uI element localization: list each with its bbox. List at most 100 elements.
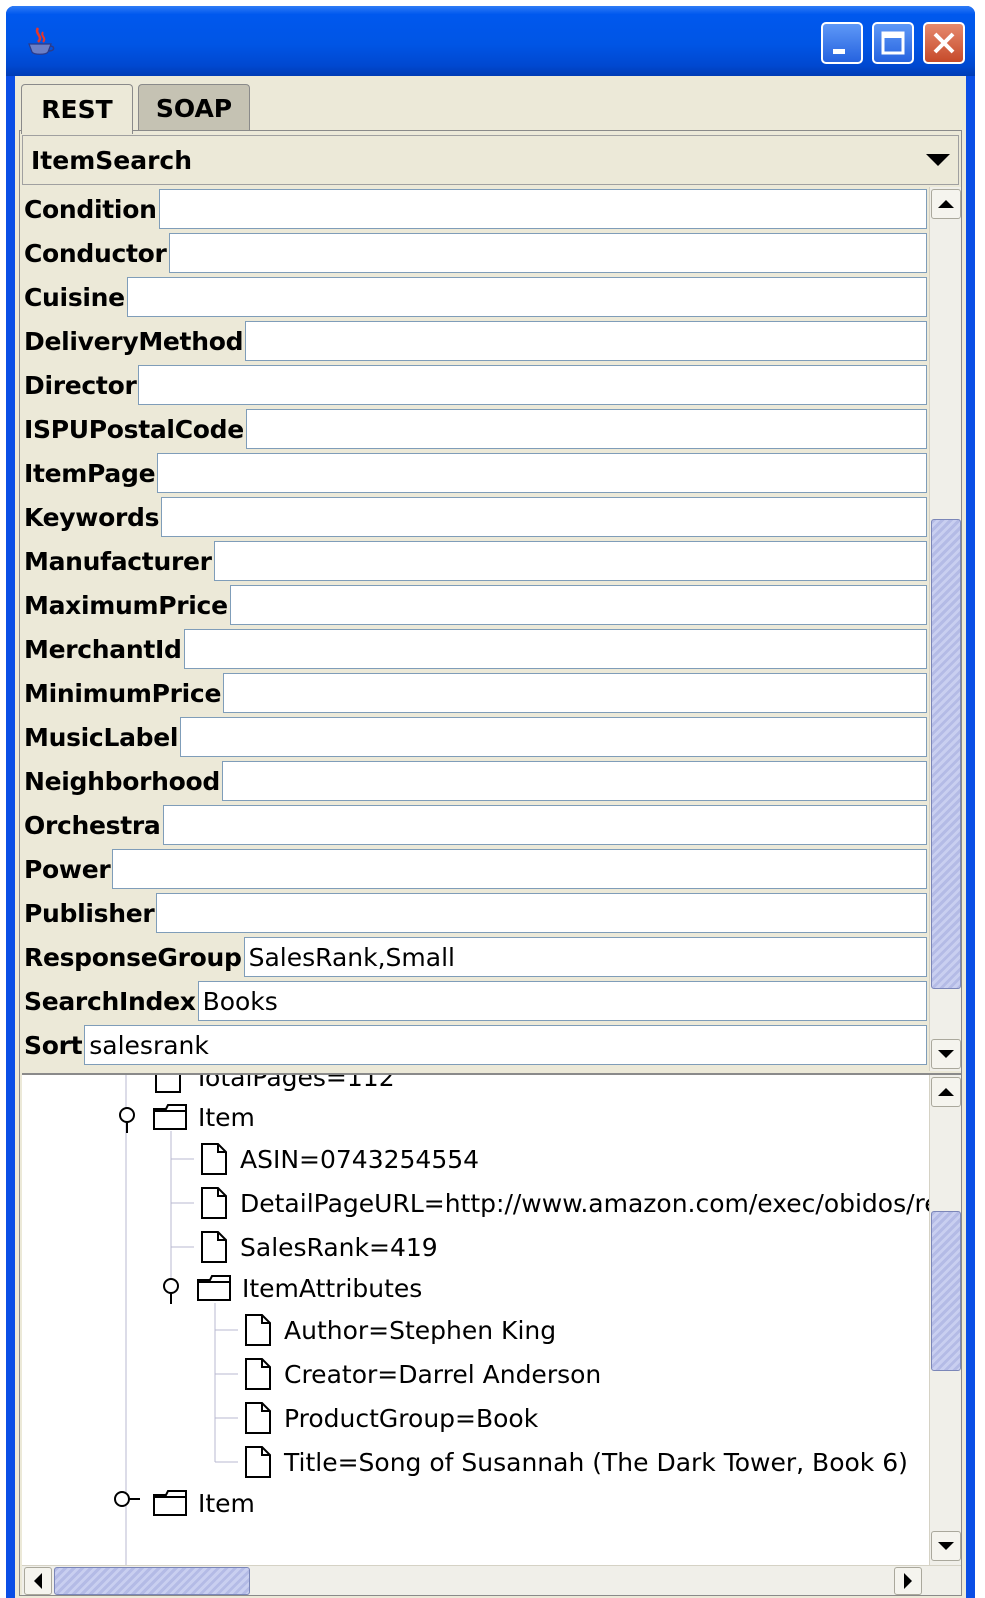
maximize-button[interactable] xyxy=(872,22,914,64)
tree-collapsed-handle-icon[interactable] xyxy=(112,1488,142,1510)
field-label: MerchantId xyxy=(24,634,182,664)
tree-node-salesrank[interactable]: SalesRank=419 xyxy=(200,1227,438,1267)
field-row-cuisine: Cuisine xyxy=(22,275,927,319)
tree-horizontal-scrollbar[interactable] xyxy=(22,1565,961,1595)
field-row-keywords: Keywords xyxy=(22,495,927,539)
tree-node-asin[interactable]: ASIN=0743254554 xyxy=(200,1139,479,1179)
maximize-icon xyxy=(881,31,905,55)
field-label: ResponseGroup xyxy=(24,942,242,972)
field-label: Manufacturer xyxy=(24,546,212,576)
field-row-deliverymethod: DeliveryMethod xyxy=(22,319,927,363)
power-input[interactable] xyxy=(112,849,927,889)
tab-rest[interactable]: REST xyxy=(21,84,133,134)
tree-node-itemattributes[interactable]: ItemAttributes xyxy=(196,1268,422,1308)
field-label: Neighborhood xyxy=(24,766,220,796)
title-bar[interactable] xyxy=(6,6,975,76)
tree-node-title[interactable]: Title=Song of Susannah (The Dark Tower, … xyxy=(244,1442,908,1482)
arrow-down-icon xyxy=(938,1050,954,1058)
neighborhood-input[interactable] xyxy=(222,761,927,801)
close-button[interactable] xyxy=(923,22,965,64)
form-vertical-scrollbar[interactable] xyxy=(929,187,961,1071)
scroll-right-button[interactable] xyxy=(894,1567,922,1595)
minimize-button[interactable] xyxy=(821,22,863,64)
scroll-up-button[interactable] xyxy=(931,189,961,219)
director-input[interactable] xyxy=(138,365,927,405)
scroll-left-button[interactable] xyxy=(24,1567,52,1595)
field-row-manufacturer: Manufacturer xyxy=(22,539,927,583)
tree-node-label: Creator=Darrel Anderson xyxy=(284,1359,602,1389)
sort-input[interactable]: salesrank xyxy=(84,1025,927,1065)
orchestra-input[interactable] xyxy=(162,805,927,845)
app-window: REST SOAP ItemSearch Condition Conductor… xyxy=(6,6,975,1598)
field-label: Sort xyxy=(24,1030,83,1060)
tree-vertical-scrollbar[interactable] xyxy=(929,1075,961,1565)
keywords-input[interactable] xyxy=(161,497,927,537)
tree-node-creator[interactable]: Creator=Darrel Anderson xyxy=(244,1354,601,1394)
conductor-input[interactable] xyxy=(168,233,927,273)
scroll-down-button[interactable] xyxy=(931,1531,961,1561)
field-label: Condition xyxy=(24,194,157,224)
tree-node-partial[interactable]: TotalPages=112 xyxy=(154,1075,395,1097)
close-icon xyxy=(933,32,955,54)
arrow-right-icon xyxy=(904,1573,912,1589)
cuisine-input[interactable] xyxy=(126,277,927,317)
field-row-merchantid: MerchantId xyxy=(22,627,927,671)
tab-soap[interactable]: SOAP xyxy=(138,84,250,132)
tree-node-label: ProductGroup=Book xyxy=(284,1403,539,1433)
tree-node-item[interactable]: Item xyxy=(152,1097,255,1137)
scroll-thumb[interactable] xyxy=(54,1567,250,1595)
field-row-director: Director xyxy=(22,363,927,407)
tree-node-label: ItemAttributes xyxy=(242,1273,423,1303)
window-content: REST SOAP ItemSearch Condition Conductor… xyxy=(15,76,966,1598)
musiclabel-input[interactable] xyxy=(180,717,927,757)
scroll-thumb[interactable] xyxy=(931,519,961,989)
maximumprice-input[interactable] xyxy=(229,585,927,625)
response-tree: TotalPages=112 Item ASIN=0743254554 Deta… xyxy=(22,1073,961,1565)
field-label: ISPUPostalCode xyxy=(24,414,244,444)
tree-node-author[interactable]: Author=Stephen King xyxy=(244,1310,556,1350)
field-row-orchestra: Orchestra xyxy=(22,803,927,847)
document-icon xyxy=(201,1187,227,1219)
dropdown-arrow-icon[interactable] xyxy=(926,154,950,166)
operation-select-value: ItemSearch xyxy=(31,145,193,175)
condition-input[interactable] xyxy=(158,189,927,229)
field-row-ispupostalcode: ISPUPostalCode xyxy=(22,407,927,451)
tree-node-productgroup[interactable]: ProductGroup=Book xyxy=(244,1398,538,1438)
folder-icon xyxy=(153,1104,187,1130)
field-label: MinimumPrice xyxy=(24,678,222,708)
tree-expanded-handle-icon[interactable] xyxy=(160,1276,182,1306)
field-label: Cuisine xyxy=(24,282,125,312)
searchindex-input[interactable]: Books xyxy=(197,981,927,1021)
scroll-down-button[interactable] xyxy=(931,1039,961,1069)
field-label: DeliveryMethod xyxy=(24,326,244,356)
field-row-maximumprice: MaximumPrice xyxy=(22,583,927,627)
tree-node-detailpageurl[interactable]: DetailPageURL=http://www.amazon.com/exec… xyxy=(200,1183,956,1223)
field-row-condition: Condition xyxy=(22,187,927,231)
tree-node-label: Title=Song of Susannah (The Dark Tower, … xyxy=(284,1447,908,1477)
tree-node-item[interactable]: Item xyxy=(152,1483,255,1523)
ispupostalcode-input[interactable] xyxy=(245,409,927,449)
folder-icon xyxy=(197,1275,231,1301)
field-row-publisher: Publisher xyxy=(22,891,927,935)
responsegroup-input[interactable]: SalesRank,Small xyxy=(243,937,927,977)
arrow-up-icon xyxy=(938,200,954,208)
field-row-minimumprice: MinimumPrice xyxy=(22,671,927,715)
itempage-input[interactable] xyxy=(157,453,927,493)
scroll-thumb[interactable] xyxy=(931,1211,961,1371)
publisher-input[interactable] xyxy=(156,893,927,933)
merchantid-input[interactable] xyxy=(183,629,927,669)
minimumprice-input[interactable] xyxy=(223,673,927,713)
manufacturer-input[interactable] xyxy=(213,541,927,581)
arrow-up-icon xyxy=(938,1088,954,1096)
scroll-up-button[interactable] xyxy=(931,1077,961,1107)
tree-expanded-handle-icon[interactable] xyxy=(116,1105,138,1135)
arrow-down-icon xyxy=(938,1542,954,1550)
deliverymethod-input[interactable] xyxy=(245,321,927,361)
field-row-musiclabel: MusicLabel xyxy=(22,715,927,759)
operation-select[interactable]: ItemSearch xyxy=(22,135,959,185)
document-icon xyxy=(201,1143,227,1175)
tree-node-label: DetailPageURL=http://www.amazon.com/exec… xyxy=(240,1188,956,1218)
document-icon xyxy=(245,1446,271,1478)
field-row-searchindex: SearchIndex Books xyxy=(22,979,927,1023)
minimize-icon xyxy=(833,49,845,54)
